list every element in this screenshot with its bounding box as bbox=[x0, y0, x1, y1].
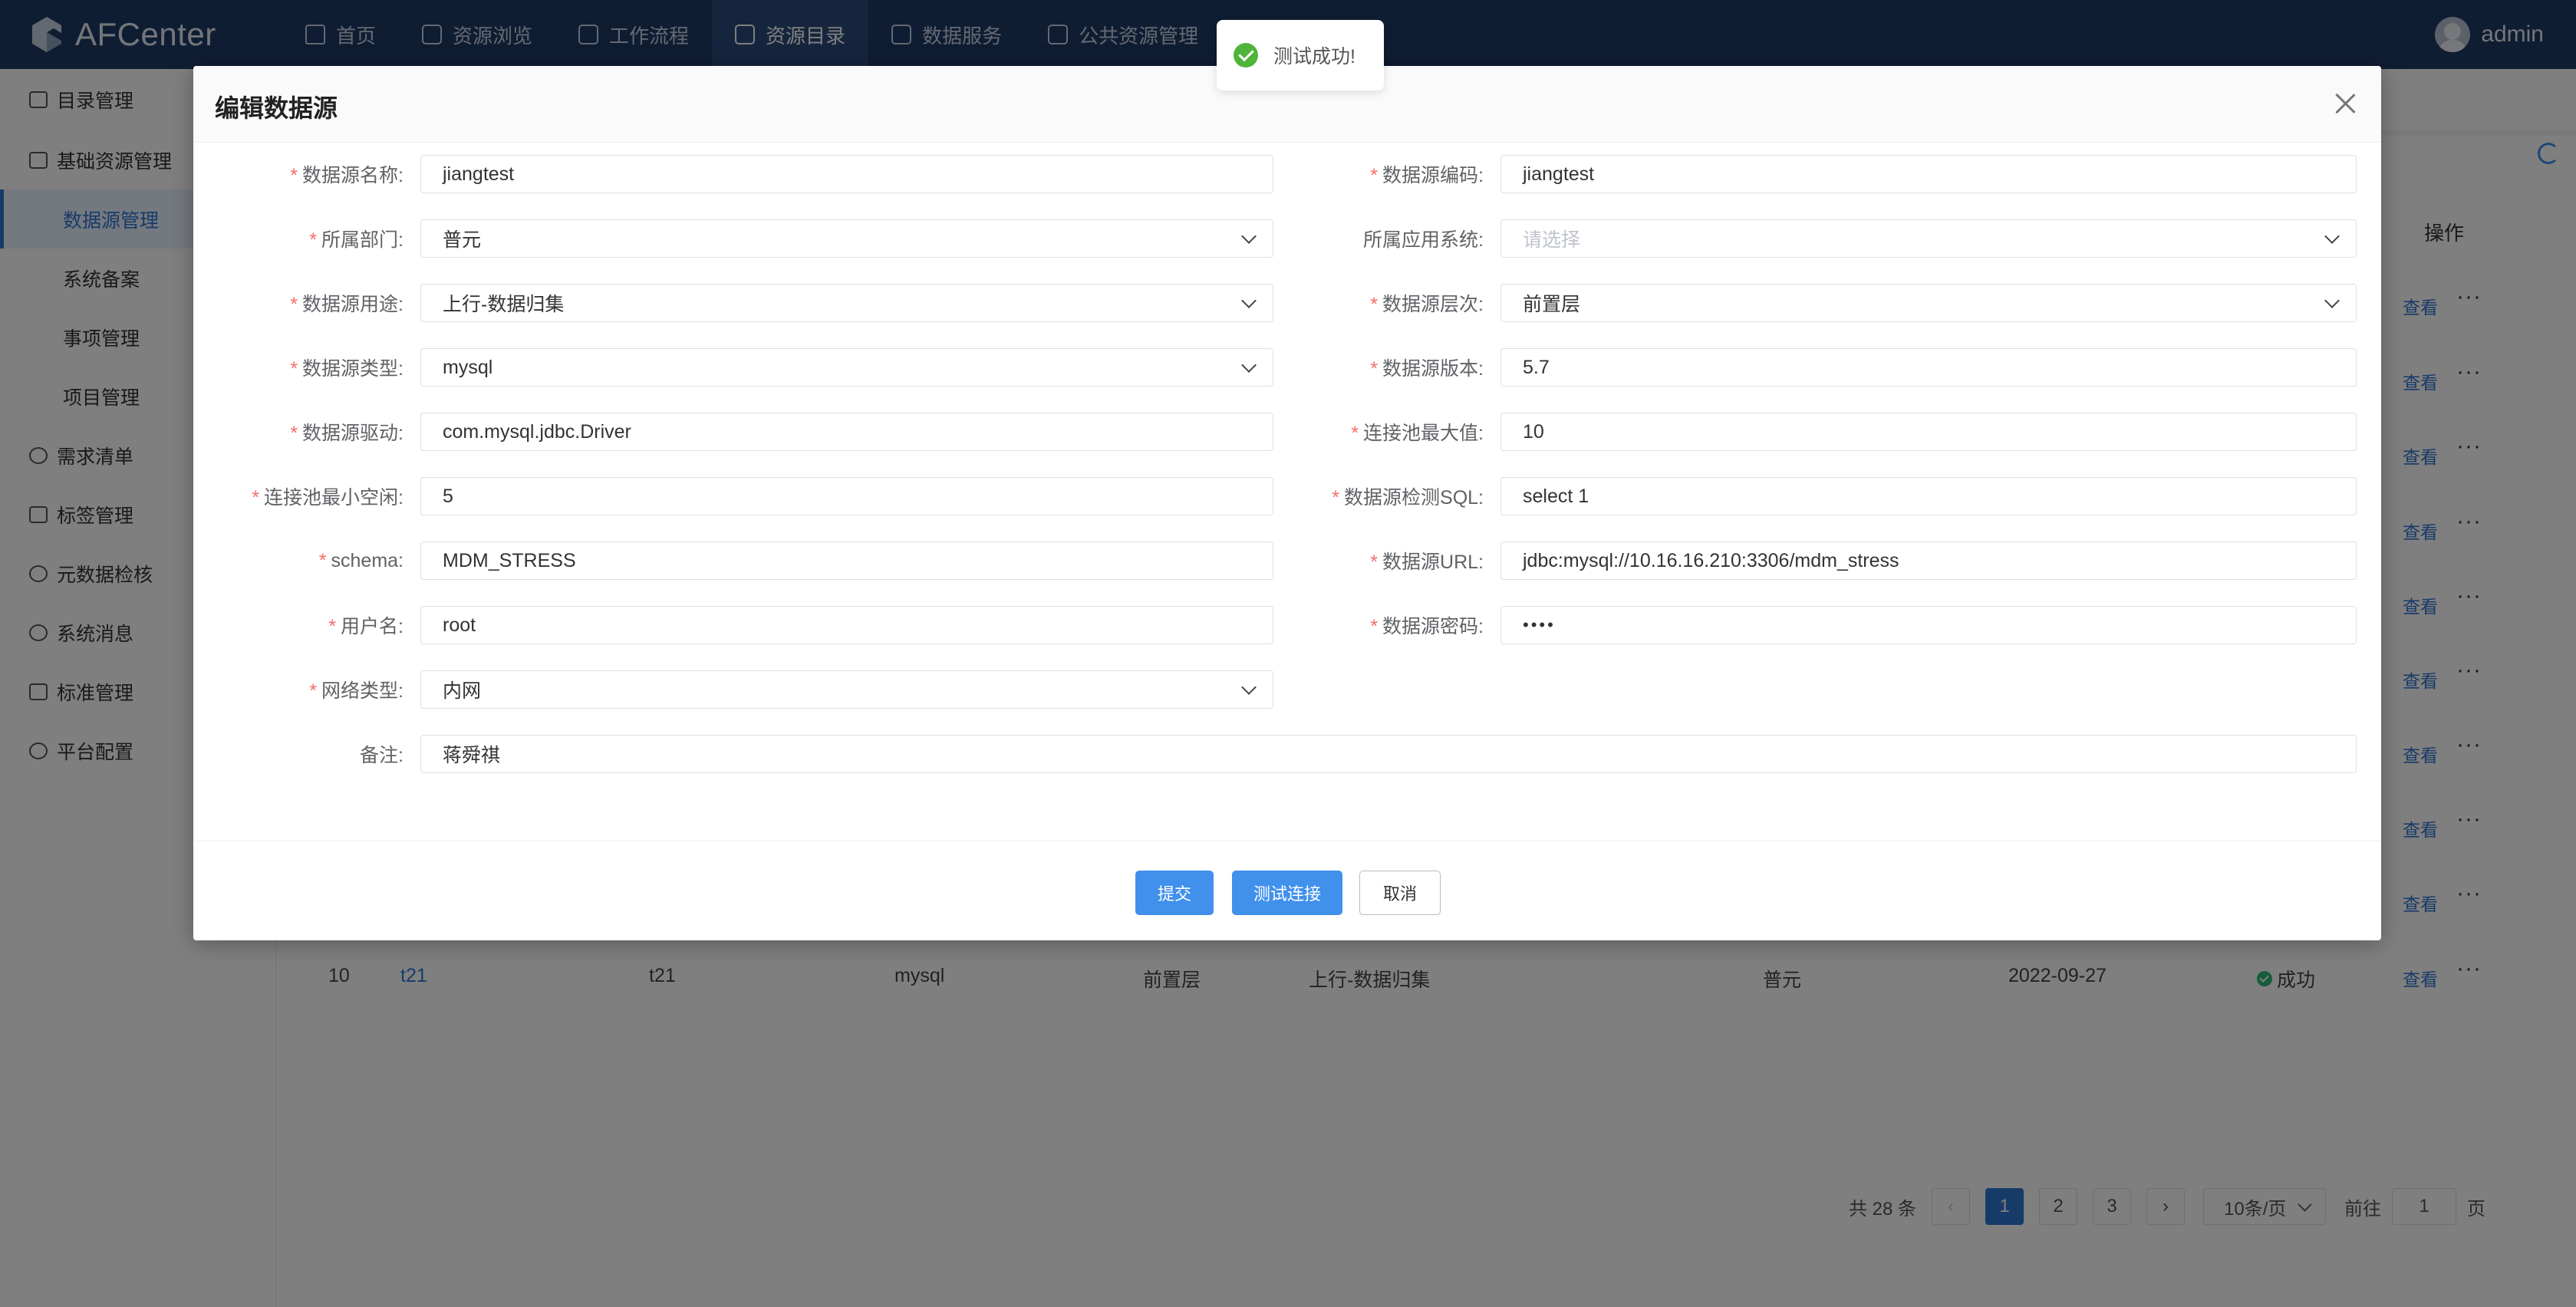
version-label: * 数据源版本: bbox=[1370, 358, 1484, 380]
schema-label: * schema: bbox=[318, 549, 404, 571]
dept-label: * 所属部门: bbox=[309, 229, 404, 251]
password-input[interactable]: •••• bbox=[1500, 606, 2357, 644]
password-field: * 数据源密码: •••• bbox=[1370, 606, 2357, 644]
dialog-title: 编辑数据源 bbox=[215, 94, 338, 122]
network-select[interactable]: 内网 bbox=[420, 670, 1273, 709]
ds-code-label: * 数据源编码: bbox=[1370, 165, 1484, 186]
usage-label: * 数据源用途: bbox=[290, 294, 404, 315]
type-label: * 数据源类型: bbox=[290, 358, 404, 380]
submit-button[interactable]: 提交 bbox=[1135, 871, 1214, 915]
usage-select[interactable]: 上行-数据归集 bbox=[420, 284, 1273, 322]
type-field: * 数据源类型: mysql bbox=[290, 348, 1273, 387]
test-connection-button[interactable]: 测试连接 bbox=[1232, 871, 1342, 915]
toast-message: 测试成功! bbox=[1273, 46, 1356, 67]
remark-label: 备注: bbox=[360, 745, 404, 766]
network-field: * 网络类型: 内网 bbox=[309, 670, 1273, 709]
ds-code-input[interactable]: jiangtest bbox=[1500, 155, 2357, 193]
cancel-button[interactable]: 取消 bbox=[1359, 871, 1441, 915]
url-field: * 数据源URL: jdbc:mysql://10.16.16.210:3306/… bbox=[1370, 542, 2357, 580]
usage-field: * 数据源用途: 上行-数据归集 bbox=[290, 284, 1273, 322]
ds-name-input[interactable]: jiangtest bbox=[420, 155, 1273, 193]
pool-min-field: * 连接池最小空闲: 5 bbox=[252, 477, 1273, 515]
network-label: * 网络类型: bbox=[309, 680, 404, 702]
username-input[interactable]: root bbox=[420, 606, 1273, 644]
level-field: * 数据源层次: 前置层 bbox=[1370, 284, 2357, 322]
check-sql-input[interactable]: select 1 bbox=[1500, 477, 2357, 515]
check-circle-icon bbox=[1234, 43, 1258, 67]
type-select[interactable]: mysql bbox=[420, 348, 1273, 387]
check-sql-field: * 数据源检测SQL: select 1 bbox=[1332, 477, 2357, 515]
driver-input[interactable]: com.mysql.jdbc.Driver bbox=[420, 413, 1273, 451]
dept-select[interactable]: 普元 bbox=[420, 219, 1273, 258]
check-sql-label: * 数据源检测SQL: bbox=[1332, 487, 1484, 509]
ds-name-label: * 数据源名称: bbox=[290, 165, 404, 186]
edit-datasource-dialog: 编辑数据源 * 数据源名称: jiangtest * 数据源编码: jiangtes… bbox=[193, 66, 2381, 940]
username-field: * 用户名: root bbox=[328, 606, 1273, 644]
version-input[interactable]: 5.7 bbox=[1500, 348, 2357, 387]
password-label: * 数据源密码: bbox=[1370, 616, 1484, 637]
close-icon[interactable] bbox=[2334, 92, 2357, 115]
url-label: * 数据源URL: bbox=[1370, 551, 1484, 573]
app-system-select[interactable]: 请选择 bbox=[1500, 219, 2357, 258]
pool-max-input[interactable]: 10 bbox=[1500, 413, 2357, 451]
pool-min-label: * 连接池最小空闲: bbox=[252, 487, 404, 509]
ds-name-field: * 数据源名称: jiangtest bbox=[290, 155, 1273, 193]
url-input[interactable]: jdbc:mysql://10.16.16.210:3306/mdm_stres… bbox=[1500, 542, 2357, 580]
pool-max-field: * 连接池最大值: 10 bbox=[1351, 413, 2357, 451]
remark-input[interactable]: 蒋舜祺 bbox=[420, 735, 2357, 773]
schema-field: * schema: MDM_STRESS bbox=[319, 542, 1273, 580]
level-label: * 数据源层次: bbox=[1370, 294, 1484, 315]
pool-min-input[interactable]: 5 bbox=[420, 477, 1273, 515]
username-label: * 用户名: bbox=[328, 616, 404, 637]
driver-field: * 数据源驱动: com.mysql.jdbc.Driver bbox=[290, 413, 1273, 451]
app-system-field: 所属应用系统: 请选择 bbox=[1363, 219, 2357, 258]
dialog-footer: 提交 测试连接 取消 bbox=[193, 841, 2381, 940]
schema-input[interactable]: MDM_STRESS bbox=[420, 542, 1273, 580]
pool-max-label: * 连接池最大值: bbox=[1351, 423, 1484, 444]
ds-code-field: * 数据源编码: jiangtest bbox=[1370, 155, 2357, 193]
success-toast: 测试成功! bbox=[1217, 20, 1384, 91]
app-system-label: 所属应用系统: bbox=[1363, 229, 1484, 251]
remark-field: 备注: 蒋舜祺 bbox=[360, 735, 2357, 773]
driver-label: * 数据源驱动: bbox=[290, 423, 404, 444]
level-select[interactable]: 前置层 bbox=[1500, 284, 2357, 322]
dept-field: * 所属部门: 普元 bbox=[309, 219, 1273, 258]
version-field: * 数据源版本: 5.7 bbox=[1370, 348, 2357, 387]
